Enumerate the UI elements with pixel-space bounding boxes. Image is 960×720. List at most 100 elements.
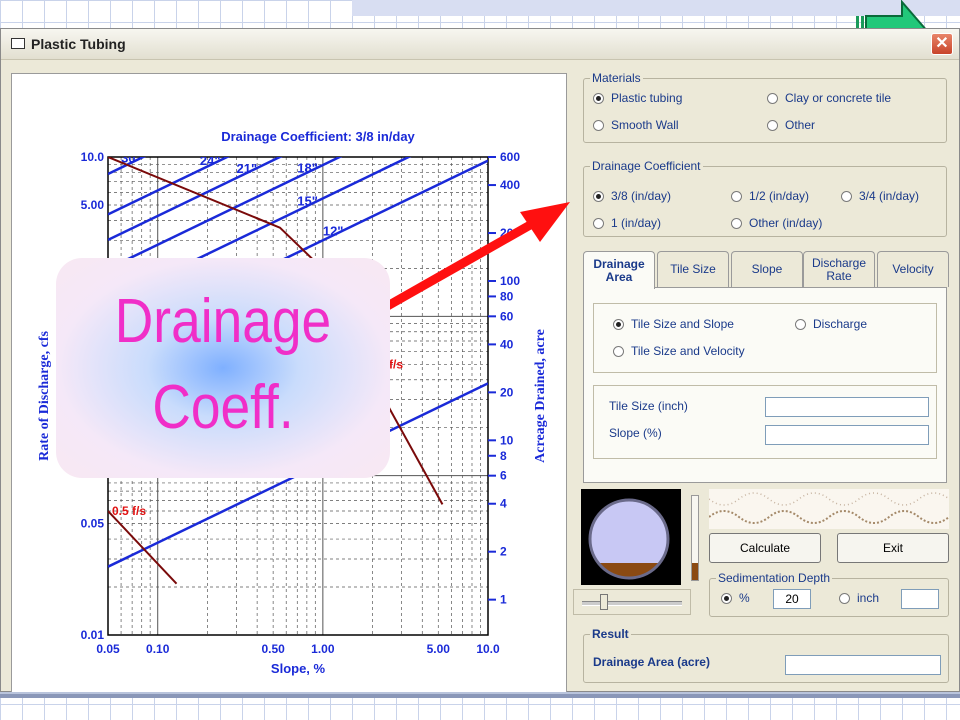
y2-tick-label: 10 xyxy=(500,433,514,447)
radio-clay-concrete-tile[interactable]: Clay or concrete tile xyxy=(767,91,891,105)
pipe-view xyxy=(581,489,681,585)
velocity-line xyxy=(108,510,178,585)
radio-dot xyxy=(593,120,604,131)
radio-label: Other (in/day) xyxy=(749,216,823,230)
radio-label: Plastic tubing xyxy=(611,91,683,105)
x-tick-label: 0.05 xyxy=(96,642,120,656)
sediment-level-fill xyxy=(692,563,698,580)
radio-sediment-inch[interactable]: inch xyxy=(839,591,879,605)
radio-label: 3/8 (in/day) xyxy=(611,189,672,203)
radio-dc-3-8[interactable]: 3/8 (in/day) xyxy=(593,189,671,203)
chart-title: Drainage Coefficient: 3/8 in/day xyxy=(221,129,415,144)
radio-dot xyxy=(731,191,742,202)
radio-plastic-tubing[interactable]: Plastic tubing xyxy=(593,91,682,105)
slider-thumb[interactable] xyxy=(600,594,608,610)
pipe-size-label: 18" xyxy=(297,160,318,175)
x-tick-label: 10.0 xyxy=(476,642,500,656)
radio-tile-size-velocity[interactable]: Tile Size and Velocity xyxy=(613,344,745,358)
x-tick-label: 0.10 xyxy=(146,642,170,656)
radio-sediment-percent[interactable]: % xyxy=(721,591,750,605)
tab-drainage-area[interactable]: Drainage Area xyxy=(583,251,655,289)
taskbar-strip xyxy=(0,692,960,698)
x-tick-label: 1.00 xyxy=(311,642,335,656)
radio-dot xyxy=(731,218,742,229)
tab-tile-size[interactable]: Tile Size xyxy=(657,251,729,287)
radio-dc-other[interactable]: Other (in/day) xyxy=(731,216,822,230)
y2-tick-label: 20 xyxy=(500,385,514,399)
tab-slope[interactable]: Slope xyxy=(731,251,803,287)
radio-dot xyxy=(795,319,806,330)
pipe-size-label: 36" xyxy=(121,117,142,132)
y-tick-label: 5.00 xyxy=(81,198,105,212)
radio-tile-size-slope[interactable]: Tile Size and Slope xyxy=(613,317,734,331)
pointer-arrow xyxy=(381,202,570,312)
radio-label: 3/4 (in/day) xyxy=(859,189,920,203)
pipe-size-label: 21" xyxy=(237,161,258,176)
y2-tick-label: 1 xyxy=(500,593,507,607)
pipe-size-label: 12" xyxy=(323,223,344,238)
close-button[interactable]: ✕ xyxy=(931,33,953,55)
y2-tick-label: 2 xyxy=(500,545,507,559)
radio-dc-1[interactable]: 1 (in/day) xyxy=(593,216,661,230)
tab-velocity[interactable]: Velocity xyxy=(877,251,949,287)
pipe-size-line xyxy=(108,157,147,176)
y-tick-label: 0.01 xyxy=(81,628,105,642)
radio-dot xyxy=(613,346,624,357)
sediment-slider[interactable] xyxy=(573,589,691,615)
result-legend: Result xyxy=(592,627,629,641)
tile-size-input[interactable] xyxy=(765,397,929,417)
radio-label: Tile Size and Velocity xyxy=(631,344,745,358)
drainage-coefficient-legend: Drainage Coefficient xyxy=(592,159,701,173)
result-label: Drainage Area (acre) xyxy=(593,655,710,669)
y-tick-label: 10.0 xyxy=(81,150,105,164)
materials-legend: Materials xyxy=(592,71,641,85)
exit-button[interactable]: Exit xyxy=(837,533,949,563)
radio-dot xyxy=(593,93,604,104)
sediment-percent-input[interactable]: 20 xyxy=(773,589,811,609)
x-tick-label: 5.00 xyxy=(427,642,451,656)
title-bar: Plastic Tubing ✕ xyxy=(1,29,959,60)
slope-label: Slope (%) xyxy=(609,426,662,440)
radio-dc-3-4[interactable]: 3/4 (in/day) xyxy=(841,189,919,203)
radio-label: Smooth Wall xyxy=(611,118,679,132)
pipe-cross-section-icon xyxy=(588,498,670,580)
materials-group: Materials xyxy=(583,71,947,143)
tab-discharge-rate[interactable]: Discharge Rate xyxy=(803,251,875,287)
radio-dot xyxy=(613,319,624,330)
radio-dot xyxy=(841,191,852,202)
callout-line-2: Coeff. xyxy=(152,373,294,442)
radio-label: Clay or concrete tile xyxy=(785,91,892,105)
y2-tick-label: 6 xyxy=(500,469,507,483)
radio-other-material[interactable]: Other xyxy=(767,118,815,132)
flow-pattern-strip xyxy=(709,489,949,529)
sediment-level-bar xyxy=(691,495,699,581)
radio-dot xyxy=(593,218,604,229)
slider-track xyxy=(582,601,682,606)
window-title: Plastic Tubing xyxy=(31,36,126,52)
radio-dc-1-2[interactable]: 1/2 (in/day) xyxy=(731,189,809,203)
pipe-size-label: 15" xyxy=(297,194,318,209)
y2-tick-label: 8 xyxy=(500,449,507,463)
x-tick-label: 0.50 xyxy=(261,642,285,656)
radio-dot xyxy=(593,191,604,202)
y2-axis-label: Acreage Drained, acre xyxy=(533,329,548,463)
y2-tick-label: 4 xyxy=(500,497,507,511)
sedimentation-legend: Sedimentation Depth xyxy=(718,571,831,585)
y2-tick-label: 40 xyxy=(500,337,514,351)
y-tick-label: 0.05 xyxy=(81,517,105,531)
radio-label: % xyxy=(739,591,750,605)
calculate-button[interactable]: Calculate xyxy=(709,533,821,563)
radio-label: Discharge xyxy=(813,317,868,331)
radio-discharge[interactable]: Discharge xyxy=(795,317,867,331)
radio-dot xyxy=(767,120,778,131)
pipe-size-label: 24" xyxy=(200,153,221,168)
result-output xyxy=(785,655,941,675)
sediment-inch-input[interactable] xyxy=(901,589,939,609)
radio-smooth-wall[interactable]: Smooth Wall xyxy=(593,118,679,132)
y-axis-label: Rate of Discharge, cfs xyxy=(37,331,52,461)
slope-input[interactable] xyxy=(765,425,929,445)
radio-dot xyxy=(721,593,732,604)
callout-line-1: Drainage xyxy=(114,287,332,356)
velocity-label: 0.5 f/s xyxy=(112,504,146,518)
radio-dot xyxy=(839,593,850,604)
